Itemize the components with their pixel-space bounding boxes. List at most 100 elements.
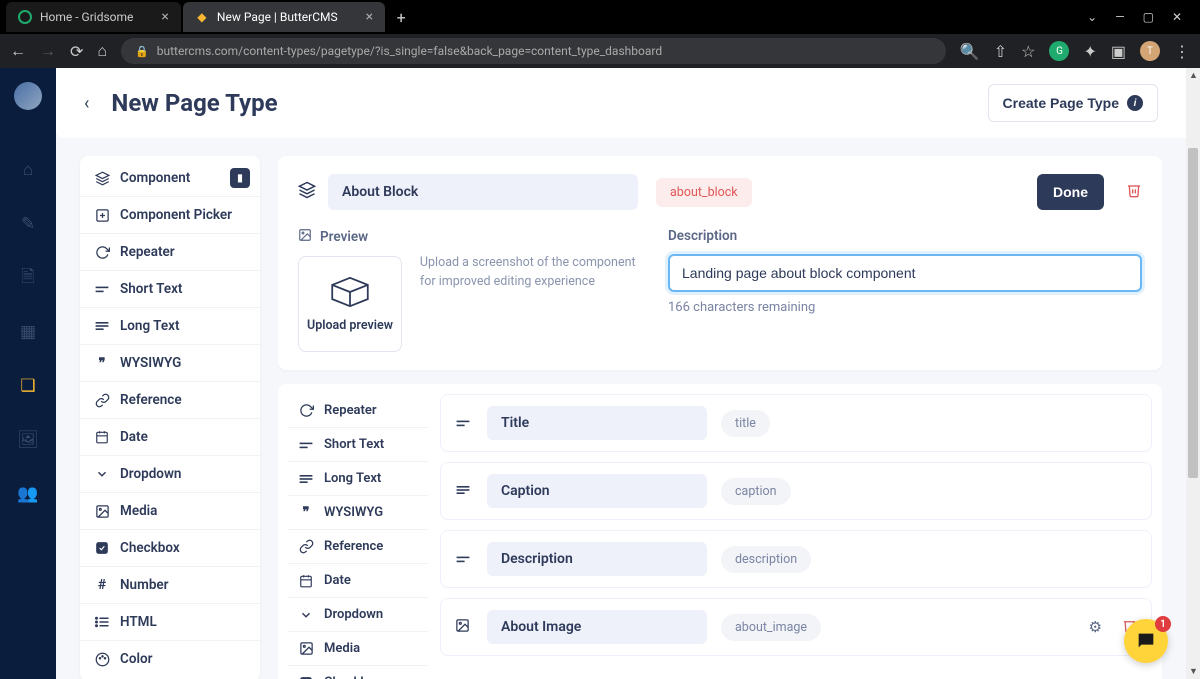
- field-type-label: Dropdown: [120, 466, 181, 482]
- short-icon: [94, 284, 110, 294]
- share-icon[interactable]: ⇧: [994, 42, 1007, 61]
- chevron-icon: [94, 467, 110, 481]
- chat-widget[interactable]: 1: [1124, 619, 1168, 663]
- repeater-card: RepeaterShort TextLong Text❞WYSIWYGRefer…: [278, 384, 1162, 679]
- close-icon[interactable]: ×: [161, 9, 168, 25]
- pages-icon[interactable]: 🗎: [14, 264, 42, 292]
- component-block-card: About Block about_block Done: [278, 156, 1162, 370]
- field-slug: description: [721, 546, 811, 573]
- media-icon[interactable]: 🖼: [14, 426, 42, 454]
- field-row-title[interactable]: Title title: [440, 394, 1152, 452]
- field-type-label: Repeater: [120, 244, 175, 260]
- maximize-icon[interactable]: ▢: [1143, 10, 1154, 24]
- field-row-about_image[interactable]: About Image about_image ⚙: [440, 598, 1152, 656]
- create-page-type-button[interactable]: Create Page Type i: [988, 84, 1158, 122]
- close-icon[interactable]: ×: [366, 9, 373, 25]
- browser-tab-gridsome[interactable]: Home - Gridsome ×: [6, 2, 181, 32]
- field-type-checkbox[interactable]: Checkbox: [80, 530, 260, 567]
- calendar-icon: [298, 574, 314, 588]
- repeat-icon: [298, 403, 314, 418]
- field-type-wysiwyg[interactable]: ❞WYSIWYG: [80, 345, 260, 382]
- content-types-icon[interactable]: ❑: [14, 372, 42, 400]
- page-header: ‹ New Page Type Create Page Type i: [56, 68, 1186, 138]
- block-name-input[interactable]: About Block: [328, 174, 638, 210]
- bookmark-icon[interactable]: ☆: [1021, 42, 1035, 61]
- home-icon[interactable]: ⌂: [14, 156, 42, 184]
- scrollbar[interactable]: ▲ ▼: [1186, 68, 1200, 679]
- check-icon: [94, 541, 110, 555]
- user-avatar[interactable]: [14, 82, 42, 110]
- field-type-component-picker[interactable]: Component Picker: [80, 197, 260, 234]
- field-row-caption[interactable]: Caption caption: [440, 462, 1152, 520]
- long-icon: [94, 320, 110, 332]
- trash-icon[interactable]: [1126, 182, 1142, 202]
- field-type-repeater[interactable]: Repeater: [288, 394, 428, 428]
- forward-button[interactable]: →: [40, 41, 56, 61]
- field-type-long-text[interactable]: Long Text: [288, 462, 428, 496]
- field-type-reference[interactable]: Reference: [288, 530, 428, 564]
- field-slug: about_image: [721, 614, 821, 641]
- field-type-number[interactable]: #Number: [80, 567, 260, 604]
- page-title: New Page Type: [111, 89, 277, 117]
- done-button[interactable]: Done: [1037, 174, 1104, 210]
- field-type-reference[interactable]: Reference: [80, 382, 260, 419]
- field-type-html[interactable]: HTML: [80, 604, 260, 641]
- field-name-input[interactable]: About Image: [487, 610, 707, 644]
- zoom-icon[interactable]: 🔍: [960, 42, 980, 61]
- description-input[interactable]: [668, 254, 1142, 292]
- grammarly-extension[interactable]: G: [1049, 41, 1069, 61]
- field-row-description[interactable]: Description description: [440, 530, 1152, 588]
- scroll-thumb[interactable]: [1188, 148, 1198, 478]
- block-slug: about_block: [656, 178, 752, 207]
- address-bar[interactable]: 🔒 buttercms.com/content-types/pagetype/?…: [121, 38, 946, 64]
- extensions-icon[interactable]: ✦: [1083, 42, 1096, 61]
- field-type-media[interactable]: Media: [80, 493, 260, 530]
- close-window-icon[interactable]: ✕: [1172, 10, 1182, 24]
- field-type-short-text[interactable]: Short Text: [288, 428, 428, 462]
- scroll-down-icon[interactable]: ▼: [1189, 666, 1198, 677]
- field-type-checkbox[interactable]: Checkbox: [288, 666, 428, 679]
- field-type-label: Number: [120, 577, 169, 593]
- picker-icon: [94, 208, 110, 223]
- field-type-dropdown[interactable]: Dropdown: [288, 598, 428, 632]
- back-button[interactable]: ←: [10, 41, 26, 61]
- new-tab-button[interactable]: +: [387, 3, 415, 31]
- long-icon: [298, 473, 314, 485]
- window-controls: ⌄ ― ▢ ✕: [1087, 10, 1194, 24]
- users-icon[interactable]: 👥: [14, 480, 42, 508]
- tab-title: Home - Gridsome: [40, 10, 133, 24]
- field-type-media[interactable]: Media: [288, 632, 428, 666]
- field-name-input[interactable]: Caption: [487, 474, 707, 508]
- field-type-label: Media: [120, 503, 157, 519]
- field-type-dropdown[interactable]: Dropdown: [80, 456, 260, 493]
- field-type-label: Short Text: [120, 281, 182, 297]
- field-type-short-text[interactable]: Short Text: [80, 271, 260, 308]
- field-type-repeater[interactable]: Repeater: [80, 234, 260, 271]
- blog-icon[interactable]: ✎: [14, 210, 42, 238]
- sidebar-nav: ⌂ ✎ 🗎 ▦ ❑ 🖼 👥: [0, 68, 56, 679]
- field-type-color[interactable]: Color: [80, 641, 260, 677]
- home-button[interactable]: ⌂: [97, 41, 107, 61]
- minimize-icon[interactable]: ―: [1115, 10, 1124, 24]
- profile-avatar[interactable]: T: [1140, 41, 1160, 61]
- scroll-up-icon[interactable]: ▲: [1189, 70, 1198, 81]
- field-type-long-text[interactable]: Long Text: [80, 308, 260, 345]
- field-type-date[interactable]: Date: [80, 419, 260, 456]
- upload-preview-button[interactable]: Upload preview: [298, 256, 402, 352]
- collections-icon[interactable]: ▦: [14, 318, 42, 346]
- field-name-input[interactable]: Description: [487, 542, 707, 576]
- field-type-date[interactable]: Date: [288, 564, 428, 598]
- field-type-component[interactable]: Component▮: [80, 160, 260, 197]
- field-type-wysiwyg[interactable]: ❞WYSIWYG: [288, 496, 428, 530]
- sidepanel-icon[interactable]: ▣: [1111, 42, 1126, 61]
- reload-button[interactable]: ⟳: [70, 42, 83, 61]
- browser-tab-buttercms[interactable]: ◆ New Page | ButterCMS ×: [183, 2, 385, 32]
- gear-icon[interactable]: ⚙: [1089, 618, 1102, 637]
- favicon-icon: [18, 10, 32, 24]
- field-type-label: Component Picker: [120, 207, 232, 223]
- back-chevron-icon[interactable]: ‹: [84, 93, 89, 114]
- chevron-down-icon[interactable]: ⌄: [1087, 10, 1097, 24]
- link-icon: [94, 393, 110, 408]
- menu-icon[interactable]: ⋮: [1174, 42, 1190, 61]
- field-name-input[interactable]: Title: [487, 406, 707, 440]
